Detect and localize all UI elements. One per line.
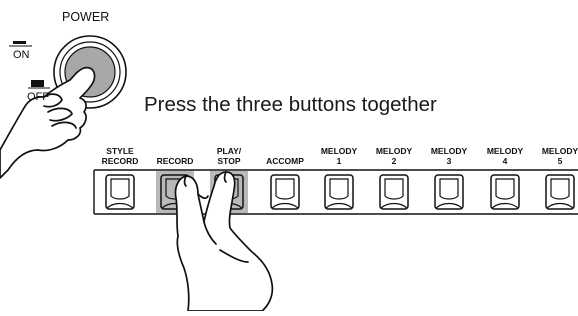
button-label-line1: PLAY/: [217, 146, 242, 156]
button-label-line2: 2: [392, 156, 397, 166]
button-label-line2: RECORD: [102, 156, 139, 166]
power-on-indicator: ON: [9, 41, 32, 61]
button-labels: STYLE RECORD RECORD PLAY/ STOP ACCOMP ME…: [102, 146, 578, 166]
button-label-line1: MELODY: [376, 146, 413, 156]
button-label-line1: MELODY: [542, 146, 578, 156]
button-label-line2: 4: [503, 156, 508, 166]
diagram-canvas: POWER ON OFF Press the three buttons tog…: [0, 10, 578, 312]
instruction-text: Press the three buttons together: [144, 93, 437, 116]
panel-button[interactable]: [105, 174, 135, 210]
panel-button[interactable]: [270, 174, 300, 210]
button-label-line1: RECORD: [157, 156, 194, 166]
button-label-line1: MELODY: [431, 146, 468, 156]
panel-button[interactable]: [490, 174, 520, 210]
hand-pressing-buttons-icon: [174, 171, 274, 312]
panel-button[interactable]: [434, 174, 464, 210]
button-label-line1: ACCOMP: [266, 156, 304, 166]
power-on-label: ON: [13, 49, 30, 61]
keyboard-instruction-diagram: POWER ON OFF Press the three buttons tog…: [0, 0, 578, 312]
panel-button[interactable]: [379, 174, 409, 210]
hand-pressing-power-icon: [0, 66, 96, 179]
button-label-line1: STYLE: [106, 146, 134, 156]
power-off-indicator: [28, 80, 50, 89]
button-label-line2: 3: [447, 156, 452, 166]
button-label-line2: STOP: [218, 156, 241, 166]
panel-button[interactable]: [324, 174, 354, 210]
button-label-line1: MELODY: [487, 146, 524, 156]
panel-button[interactable]: [545, 174, 575, 210]
power-title: POWER: [62, 10, 109, 24]
button-label-line2: 5: [558, 156, 563, 166]
button-label-line2: 1: [337, 156, 342, 166]
power-off-label: OFF: [27, 91, 49, 103]
button-label-line1: MELODY: [321, 146, 358, 156]
